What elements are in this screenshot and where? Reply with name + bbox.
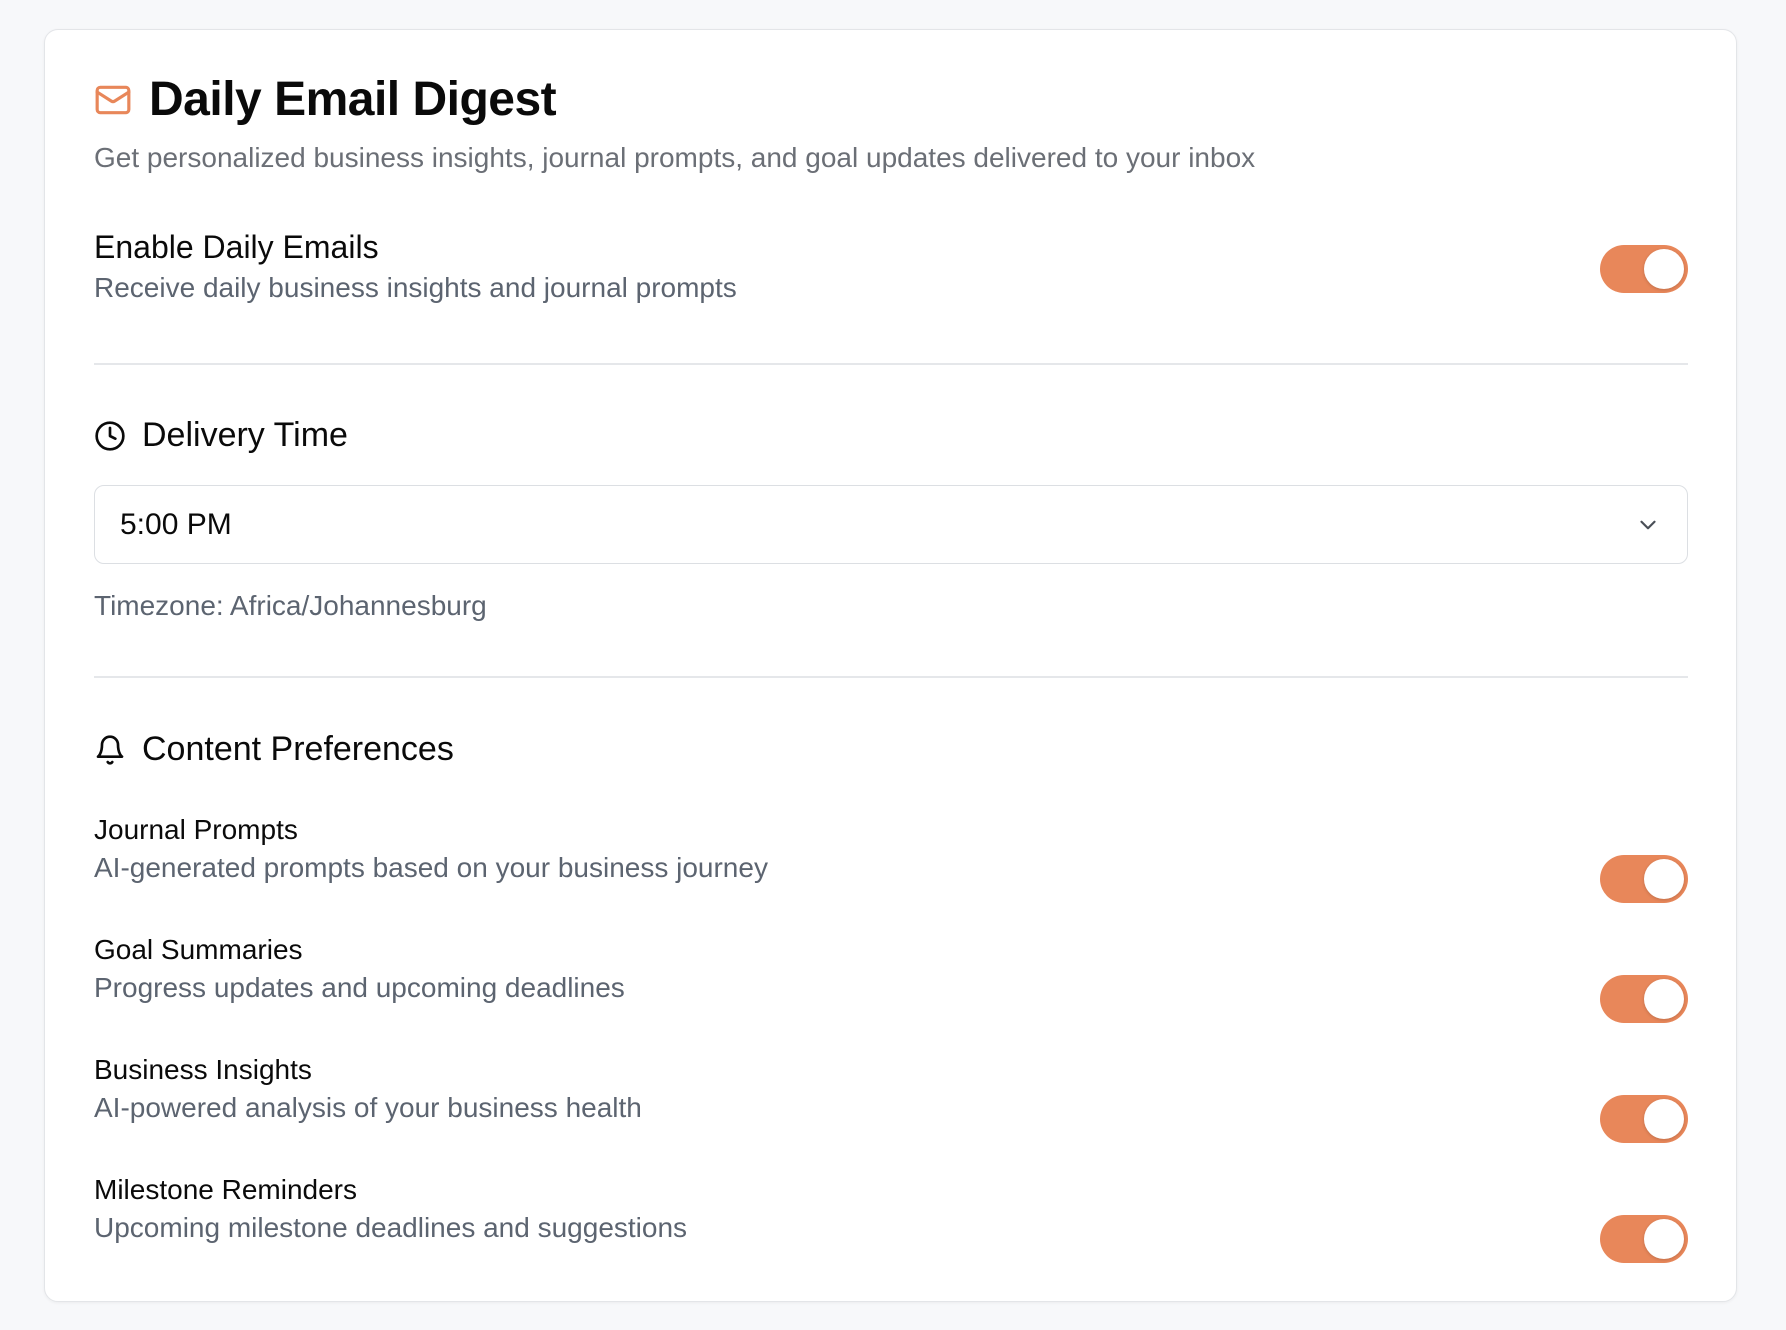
enable-daily-emails-label: Enable Daily Emails (94, 229, 379, 265)
toggle-knob (1644, 1219, 1684, 1259)
page-title: Daily Email Digest (149, 73, 557, 126)
pref-description: Upcoming milestone deadlines and suggest… (94, 1212, 688, 1243)
pref-description: AI-generated prompts based on your busin… (94, 852, 768, 883)
pref-label: Journal Prompts (94, 814, 298, 845)
mail-icon (94, 81, 132, 119)
journal-prompts-toggle[interactable] (1600, 855, 1688, 903)
divider (94, 363, 1688, 365)
timezone-label: Timezone: Africa/Johannesburg (94, 590, 487, 621)
clock-icon (94, 420, 126, 452)
enable-daily-emails-description: Receive daily business insights and jour… (94, 272, 737, 303)
toggle-knob (1644, 1099, 1684, 1139)
chevron-down-icon (1635, 512, 1661, 538)
content-preferences-heading-text: Content Preferences (142, 730, 454, 768)
content-preferences-heading: Content Preferences (94, 730, 454, 769)
pref-journal-prompts: Journal Prompts AI-generated prompts bas… (94, 814, 1688, 903)
bell-icon (94, 734, 126, 766)
pref-milestone-reminders: Milestone Reminders Upcoming milestone d… (94, 1174, 1688, 1263)
pref-label: Business Insights (94, 1054, 312, 1085)
card-header: Daily Email Digest (94, 72, 557, 127)
milestone-reminders-toggle[interactable] (1600, 1215, 1688, 1263)
toggle-knob (1644, 249, 1684, 289)
email-digest-card: Daily Email Digest Get personalized busi… (44, 29, 1737, 1302)
pref-label: Goal Summaries (94, 934, 303, 965)
toggle-knob (1644, 859, 1684, 899)
pref-label: Milestone Reminders (94, 1174, 357, 1205)
delivery-time-select[interactable]: 5:00 PM (94, 485, 1688, 564)
divider (94, 676, 1688, 678)
page-subtitle: Get personalized business insights, jour… (94, 142, 1256, 173)
delivery-time-heading-text: Delivery Time (142, 416, 348, 454)
pref-business-insights: Business Insights AI-powered analysis of… (94, 1054, 1688, 1143)
enable-daily-emails-toggle[interactable] (1600, 245, 1688, 293)
business-insights-toggle[interactable] (1600, 1095, 1688, 1143)
enable-daily-emails-row: Enable Daily Emails Receive daily busine… (94, 229, 1688, 304)
goal-summaries-toggle[interactable] (1600, 975, 1688, 1023)
pref-description: AI-powered analysis of your business hea… (94, 1092, 642, 1123)
pref-goal-summaries: Goal Summaries Progress updates and upco… (94, 934, 1688, 1023)
delivery-time-value: 5:00 PM (120, 507, 232, 541)
toggle-knob (1644, 979, 1684, 1019)
pref-description: Progress updates and upcoming deadlines (94, 972, 625, 1003)
delivery-time-heading: Delivery Time (94, 416, 348, 455)
